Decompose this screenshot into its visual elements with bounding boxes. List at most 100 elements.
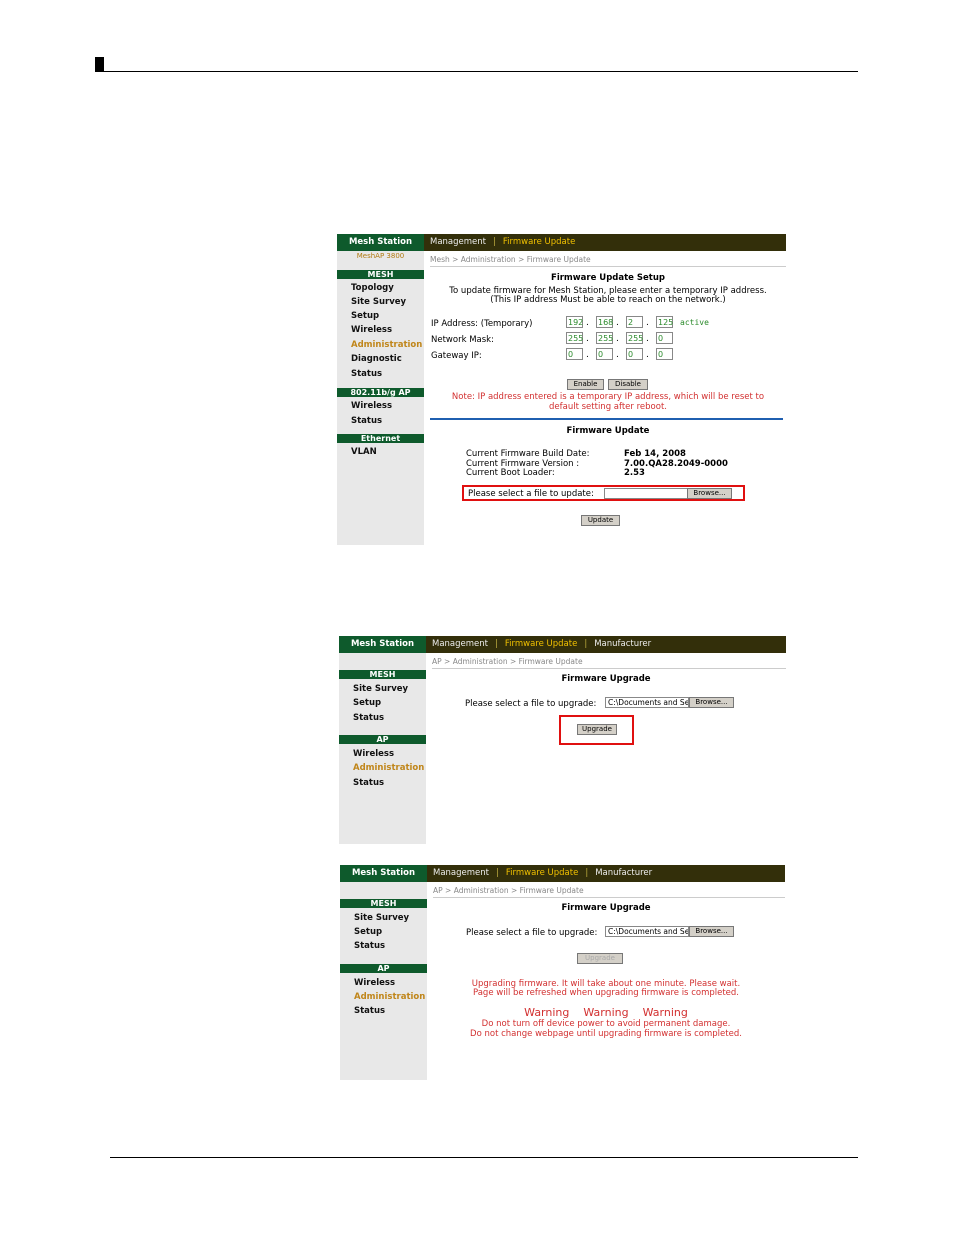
upgrade-button-disabled[interactable]: Upgrade [577, 953, 623, 964]
tab-manufacturer[interactable]: Manufacturer [588, 639, 657, 649]
mask-octet-3[interactable]: 255 [626, 332, 643, 344]
power-warning: Do not turn off device power to avoid pe… [481, 1019, 731, 1029]
warning-label-2: Warning [583, 1006, 629, 1019]
ip-octet-2[interactable]: 168 [596, 316, 613, 328]
mask-octet-1[interactable]: 255 [566, 332, 583, 344]
nav-status[interactable]: Status [351, 369, 382, 379]
nav-site-survey[interactable]: Site Survey [351, 297, 406, 307]
mask-octet-4[interactable]: 0 [656, 332, 673, 344]
ip-octet-1[interactable]: 192 [566, 316, 583, 328]
tab-firmware-update[interactable]: Firmware Update [500, 868, 584, 878]
gateway-octet-2[interactable]: 0 [596, 348, 613, 360]
nav-site-survey[interactable]: Site Survey [354, 913, 409, 923]
warning-label-1: Warning [524, 1006, 570, 1019]
header-rule [95, 71, 858, 72]
select-file-label: Please select a file to upgrade: [466, 928, 598, 938]
section-ethernet: Ethernet [337, 434, 424, 443]
note-line-2: default setting after reboot. [549, 402, 667, 412]
nav-ap-administration[interactable]: Administration [354, 992, 425, 1002]
browse-button[interactable]: Browse... [689, 697, 734, 708]
tab-firmware-update[interactable]: Firmware Update [497, 237, 581, 247]
nav-ap-wireless[interactable]: Wireless [354, 978, 395, 988]
nav-diagnostic[interactable]: Diagnostic [351, 354, 402, 364]
top-menu: Management | Firmware Update | Manufacturer [426, 636, 786, 653]
nav-ap-administration[interactable]: Administration [353, 763, 424, 773]
nav-ap-status[interactable]: Status [354, 1006, 385, 1016]
tab-management[interactable]: Management [426, 639, 494, 649]
footer-rule [110, 1157, 858, 1158]
breadcrumb: AP > Administration > Firmware Update [433, 886, 584, 895]
file-path-input[interactable]: C:\Documents and Se [605, 926, 689, 937]
nav-setup[interactable]: Setup [354, 927, 382, 937]
section-ap: 802.11b/g AP [337, 388, 424, 397]
browse-button[interactable]: Browse... [687, 488, 732, 499]
file-path-input[interactable]: C:\Documents and Se [605, 697, 689, 708]
gateway-octet-3[interactable]: 0 [626, 348, 643, 360]
file-path-input[interactable] [604, 488, 688, 499]
gateway-octet-1[interactable]: 0 [566, 348, 583, 360]
upgrade-button[interactable]: Upgrade [577, 724, 617, 735]
breadcrumb-rule [432, 668, 786, 669]
note-line-1: Note: IP address entered is a temporary … [451, 392, 765, 402]
nav-setup[interactable]: Setup [353, 698, 381, 708]
top-menu: Management | Firmware Update | Manufacturer [427, 865, 785, 882]
top-menu: Management | Firmware Update [424, 234, 786, 251]
upgrade-title: Firmware Upgrade [561, 674, 651, 684]
nav-status[interactable]: Status [354, 941, 385, 951]
breadcrumb-rule [430, 266, 786, 267]
nav-ap-wireless[interactable]: Wireless [351, 401, 392, 411]
warning-label-3: Warning [642, 1006, 688, 1019]
nav-wireless[interactable]: Wireless [351, 325, 392, 335]
nav-setup[interactable]: Setup [351, 311, 379, 321]
section-ap: AP [339, 735, 426, 744]
update-button[interactable]: Update [581, 515, 620, 526]
section-divider [430, 418, 783, 420]
nav-site-survey[interactable]: Site Survey [353, 684, 408, 694]
nav-administration[interactable]: Administration [351, 340, 422, 350]
firmware-update-title: Firmware Update [566, 426, 650, 436]
mask-label: Network Mask: [431, 335, 494, 345]
nav-topology[interactable]: Topology [351, 283, 394, 293]
select-file-label: Please select a file to update: [468, 489, 594, 499]
boot-loader-label: Current Boot Loader: [466, 468, 555, 478]
section-mesh: MESH [339, 670, 426, 679]
tab-management[interactable]: Management [424, 237, 492, 247]
mask-octet-2[interactable]: 255 [596, 332, 613, 344]
section-mesh: MESH [337, 270, 424, 279]
warning-headings: Warning Warning Warning [427, 1006, 785, 1019]
header-marker [95, 57, 104, 72]
nav-status[interactable]: Status [353, 713, 384, 723]
disable-button[interactable]: Disable [608, 379, 648, 390]
device-model: MeshAP 3800 [356, 252, 405, 260]
ip-octet-4[interactable]: 125 [656, 316, 673, 328]
ip-label: IP Address: (Temporary) [431, 319, 533, 329]
sidebar-title: Mesh Station [337, 234, 424, 251]
section-mesh: MESH [340, 899, 427, 908]
screenshot-firmware-upgrading: Mesh Station MESH Site Survey Setup Stat… [340, 865, 785, 1080]
browse-button[interactable]: Browse... [689, 926, 734, 937]
upgrade-title: Firmware Upgrade [561, 903, 651, 913]
tab-firmware-update[interactable]: Firmware Update [499, 639, 583, 649]
nav-ap-status[interactable]: Status [353, 778, 384, 788]
boot-loader-value: 2.53 [624, 468, 645, 478]
nav-ap-status[interactable]: Status [351, 416, 382, 426]
select-file-label: Please select a file to upgrade: [465, 699, 597, 709]
nav-vlan[interactable]: VLAN [351, 447, 377, 457]
gateway-label: Gateway IP: [431, 351, 482, 361]
screenshot-firmware-update-setup: Mesh Station MeshAP 3800 MESH Topology S… [337, 234, 786, 545]
nav-ap-wireless[interactable]: Wireless [353, 749, 394, 759]
breadcrumb: Mesh > Administration > Firmware Update [430, 255, 591, 264]
gateway-octet-4[interactable]: 0 [656, 348, 673, 360]
sidebar-title: Mesh Station [340, 865, 427, 882]
enable-button[interactable]: Enable [567, 379, 604, 390]
refresh-message: Page will be refreshed when upgrading fi… [472, 988, 739, 998]
ip-octet-3[interactable]: 2 [626, 316, 643, 328]
setup-title: Firmware Update Setup [551, 273, 665, 283]
tab-manufacturer[interactable]: Manufacturer [589, 868, 658, 878]
tab-management[interactable]: Management [427, 868, 495, 878]
section-ap: AP [340, 964, 427, 973]
build-date-value: Feb 14, 2008 [624, 449, 686, 459]
sidebar-title: Mesh Station [339, 636, 426, 653]
ip-status: active [680, 318, 709, 327]
breadcrumb: AP > Administration > Firmware Update [432, 657, 583, 666]
